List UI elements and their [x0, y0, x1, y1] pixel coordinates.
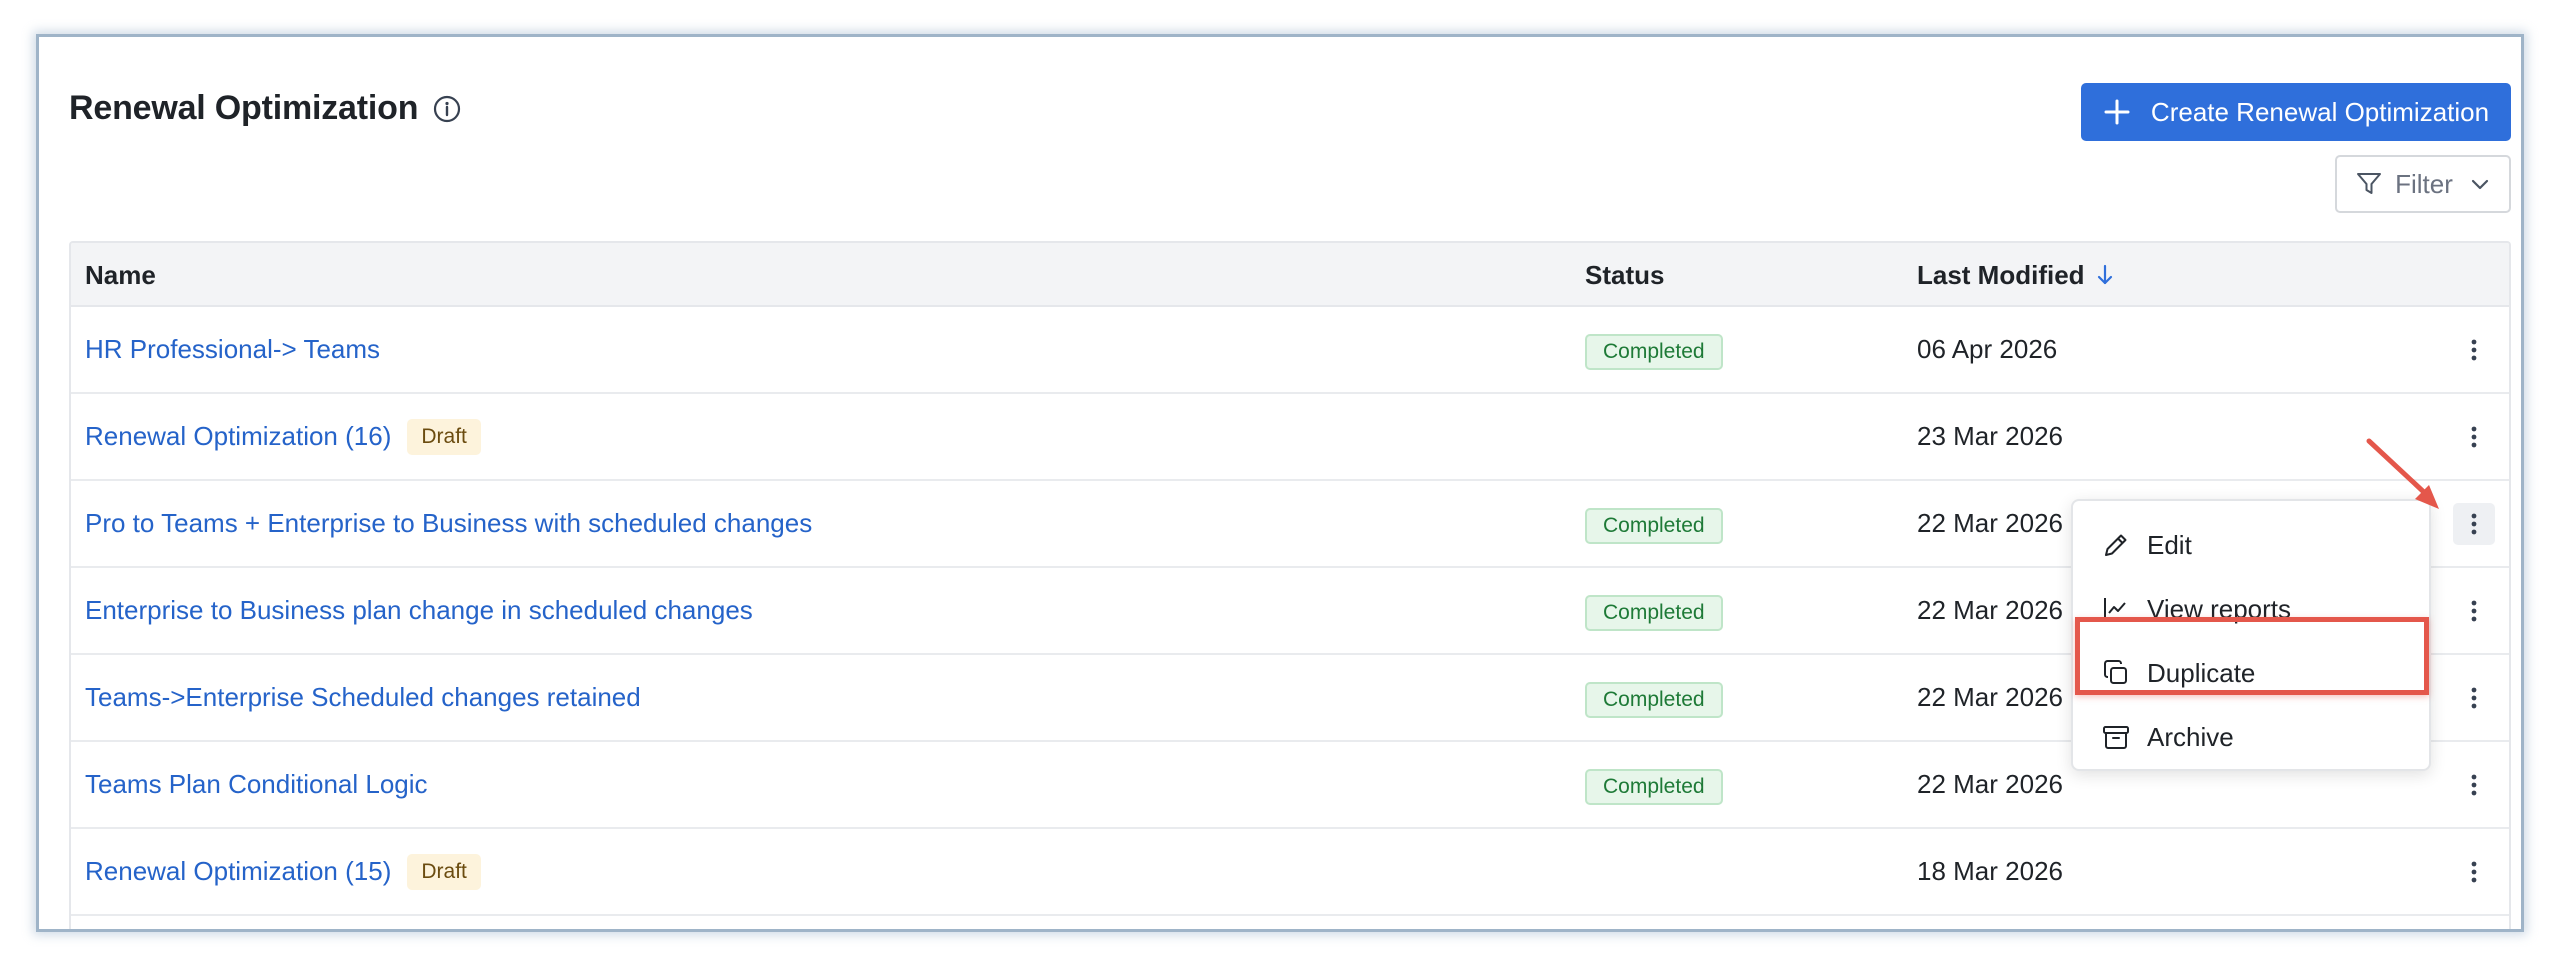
row-last-modified: 22 Mar 2026 [1917, 769, 2063, 799]
annotation-arrow-icon [2366, 438, 2439, 509]
row-name-link[interactable]: HR Professional-> Teams [85, 334, 380, 365]
table-row: Renewal Optimization (15) Draft 18 Mar 2… [71, 829, 2509, 916]
row-last-modified: 06 Apr 2026 [1917, 334, 2058, 364]
table-header: Name Status Last Modified [71, 243, 2509, 307]
row-actions-kebab-icon[interactable] [2453, 416, 2495, 458]
app-window: Renewal Optimization Create Renewal Opti… [36, 34, 2524, 932]
draft-badge: Draft [407, 418, 481, 455]
page-title: Renewal Optimization [69, 89, 419, 127]
status-badge: Completed [1585, 769, 1723, 805]
column-header-last-modified[interactable]: Last Modified [1917, 243, 2115, 307]
pencil-icon [2101, 530, 2131, 560]
archive-icon [2101, 722, 2131, 752]
row-last-modified: 22 Mar 2026 [1917, 682, 2063, 712]
row-name-link[interactable]: Renewal Optimization (15) [85, 856, 391, 887]
row-actions-kebab-icon[interactable] [2453, 590, 2495, 632]
filter-label: Filter [2395, 168, 2453, 199]
column-header-name[interactable]: Name [85, 243, 156, 307]
status-badge: Completed [1585, 595, 1723, 631]
plus-icon [2103, 98, 2131, 126]
menu-item-edit[interactable]: Edit [2101, 525, 2192, 565]
status-badge: Completed [1585, 682, 1723, 718]
filter-icon [2355, 170, 2383, 198]
row-actions-kebab-icon[interactable] [2453, 764, 2495, 806]
menu-item-edit-label: Edit [2147, 529, 2192, 560]
create-renewal-optimization-button[interactable]: Create Renewal Optimization [2081, 83, 2511, 141]
sort-descending-icon[interactable] [2095, 263, 2115, 287]
menu-item-archive-label: Archive [2147, 721, 2234, 752]
filter-button[interactable]: Filter [2335, 155, 2511, 213]
table-row: HR Professional-> Teams Completed 06 Apr… [71, 307, 2509, 394]
row-last-modified: 22 Mar 2026 [1917, 595, 2063, 625]
table-row: Renewal Optimization (16) Draft 23 Mar 2… [71, 394, 2509, 481]
draft-badge: Draft [407, 853, 481, 890]
row-actions-kebab-icon[interactable] [2453, 329, 2495, 371]
row-last-modified: 18 Mar 2026 [1917, 856, 2063, 886]
row-actions-kebab-icon[interactable] [2453, 503, 2495, 545]
row-actions-kebab-icon[interactable] [2453, 677, 2495, 719]
chevron-down-icon [2469, 173, 2491, 195]
menu-item-archive[interactable]: Archive [2101, 717, 2234, 757]
row-name-link[interactable]: Pro to Teams + Enterprise to Business wi… [85, 508, 812, 539]
duplicate-highlight-annotation [2075, 617, 2429, 695]
row-actions-kebab-icon[interactable] [2453, 851, 2495, 893]
row-name-link[interactable]: Renewal Optimization (16) [85, 421, 391, 452]
row-last-modified: 23 Mar 2026 [1917, 421, 2063, 451]
row-name-link[interactable]: Enterprise to Business plan change in sc… [85, 595, 753, 626]
row-last-modified: 22 Mar 2026 [1917, 508, 2063, 538]
column-header-status[interactable]: Status [1585, 243, 1664, 307]
page-header: Renewal Optimization [69, 89, 462, 128]
row-name-link[interactable]: Teams->Enterprise Scheduled changes reta… [85, 682, 641, 713]
create-button-label: Create Renewal Optimization [2150, 96, 2490, 127]
status-badge: Completed [1585, 508, 1723, 544]
info-icon[interactable] [432, 94, 462, 124]
status-badge: Completed [1585, 334, 1723, 370]
row-name-link[interactable]: Teams Plan Conditional Logic [85, 769, 428, 800]
